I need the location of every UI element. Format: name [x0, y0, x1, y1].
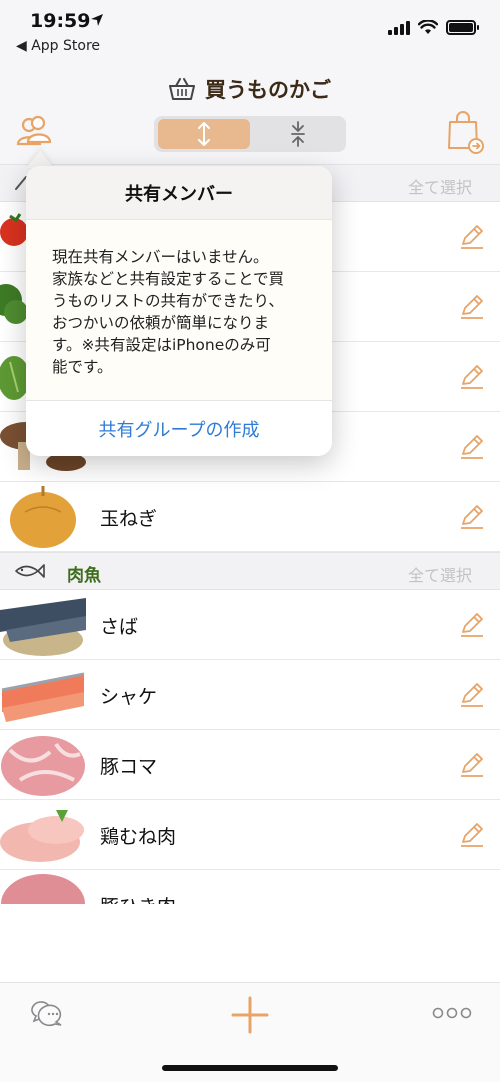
item-label: 鶏むね肉: [100, 826, 177, 848]
collapse-segment[interactable]: [254, 119, 342, 149]
expand-segment[interactable]: [158, 119, 250, 149]
popover-title: 共有メンバー: [125, 183, 233, 205]
status-indicators: [388, 20, 479, 35]
edit-pencil-icon[interactable]: [458, 502, 486, 530]
expand-arrows-icon: [198, 122, 210, 146]
salmon-thumbnail: [0, 660, 86, 729]
list-item[interactable]: さば: [0, 590, 500, 660]
edit-pencil-icon[interactable]: [458, 750, 486, 778]
select-all-button[interactable]: 全て選択: [408, 174, 472, 198]
list-item[interactable]: 豚コマ: [0, 730, 500, 800]
shopping-bag-checkout-icon[interactable]: [446, 110, 486, 156]
onion-thumbnail: [0, 482, 86, 551]
expand-collapse-toggle: [154, 116, 346, 152]
status-time: 19:59: [30, 10, 91, 32]
edit-pencil-icon[interactable]: [458, 610, 486, 638]
nav-title-group: 買うものかご: [0, 74, 500, 104]
back-to-app-store[interactable]: ◀ App Store: [16, 38, 100, 54]
edit-pencil-icon[interactable]: [458, 680, 486, 708]
home-indicator: [162, 1065, 338, 1071]
battery-icon: [446, 20, 479, 35]
bottom-toolbar: [0, 982, 500, 1082]
pork-thumbnail: [0, 730, 86, 799]
nav-bar: 買うものかご: [0, 60, 500, 165]
more-options-icon[interactable]: [432, 1007, 472, 1019]
cellular-signal-icon: [388, 20, 410, 35]
mackerel-thumbnail: [0, 590, 86, 659]
item-label: 豚コマ: [100, 756, 158, 778]
edit-pencil-icon[interactable]: [458, 292, 486, 320]
basket-icon: [169, 78, 195, 100]
collapse-arrows-icon: [291, 121, 305, 147]
list-item[interactable]: シャケ: [0, 660, 500, 730]
section-header-meat-fish: 肉魚 全て選択: [0, 552, 500, 590]
add-plus-icon[interactable]: [230, 995, 270, 1035]
share-members-icon[interactable]: [14, 112, 54, 152]
chat-bubbles-icon[interactable]: [28, 997, 64, 1029]
popover-message: 現在共有メンバーはいません。 家族などと共有設定することで買 うものリストの共有…: [52, 248, 285, 376]
edit-pencil-icon[interactable]: [458, 820, 486, 848]
fish-icon: [15, 564, 45, 578]
status-bar: 19:59 ◀ App Store: [0, 0, 500, 60]
share-members-popover: 共有メンバー 現在共有メンバーはいません。 家族などと共有設定することで買 うも…: [26, 166, 332, 456]
create-share-group-button[interactable]: 共有グループの作成: [26, 401, 332, 456]
popover-header: 共有メンバー: [26, 166, 332, 220]
location-arrow-icon: [91, 14, 103, 26]
chicken-thumbnail: [0, 800, 86, 869]
item-label: シャケ: [100, 686, 158, 708]
list-item[interactable]: 豚ひき肉: [0, 870, 500, 904]
item-label: 玉ねぎ: [100, 508, 158, 530]
list-item[interactable]: 鶏むね肉: [0, 800, 500, 870]
item-label: さば: [100, 616, 139, 638]
section-title: 肉魚: [67, 566, 101, 586]
item-label: 豚ひき肉: [100, 892, 176, 904]
wifi-icon: [418, 20, 438, 34]
minced-pork-thumbnail: [0, 870, 86, 904]
select-all-button[interactable]: 全て選択: [408, 562, 472, 586]
edit-pencil-icon[interactable]: [458, 222, 486, 250]
list-item[interactable]: 玉ねぎ: [0, 482, 500, 552]
edit-pencil-icon[interactable]: [458, 362, 486, 390]
edit-pencil-icon[interactable]: [458, 432, 486, 460]
page-title: 買うものかご: [205, 78, 331, 102]
